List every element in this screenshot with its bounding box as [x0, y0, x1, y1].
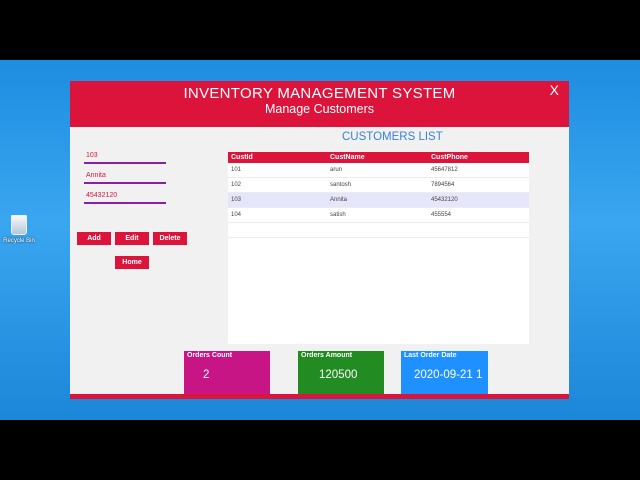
- orders-count-value: 2: [203, 369, 210, 381]
- cell-custname: satish: [330, 212, 346, 218]
- app-title: INVENTORY MANAGEMENT SYSTEM: [183, 85, 456, 102]
- recycle-bin-icon: [11, 215, 27, 235]
- window-header: INVENTORY MANAGEMENT SYSTEM Manage Custo…: [70, 81, 569, 127]
- cell-custname: Annita: [330, 197, 348, 203]
- orders-count-label: Orders Count: [187, 352, 233, 359]
- add-button[interactable]: Add: [77, 232, 111, 245]
- orders-count-tile: Orders Count 2: [184, 351, 270, 394]
- cell-custname: arun: [330, 167, 343, 173]
- manage-customers-window: INVENTORY MANAGEMENT SYSTEM Manage Custo…: [70, 81, 569, 399]
- customers-list-title: CUSTOMERS LIST: [342, 131, 443, 143]
- cell-custid: 101: [231, 167, 242, 173]
- table-row[interactable]: 101 arun 45647812: [228, 163, 529, 178]
- customer-phone-field[interactable]: 45432120: [84, 190, 166, 204]
- cell-custid: 102: [231, 182, 242, 188]
- recycle-bin-label: Recycle Bin: [3, 238, 35, 244]
- cell-custphone: 45647812: [431, 167, 458, 173]
- customer-name-field[interactable]: Annita: [84, 170, 166, 184]
- table-row-selected[interactable]: 103 Annita 45432120: [228, 193, 529, 208]
- bottom-accent-bar: [70, 394, 569, 399]
- delete-button[interactable]: Delete: [153, 232, 187, 245]
- orders-amount-label: Orders Amount: [301, 352, 353, 359]
- table-row[interactable]: 102 santosh 7894564: [228, 178, 529, 193]
- orders-amount-value: 120500: [319, 369, 358, 381]
- cell-custphone: 7894564: [431, 182, 455, 188]
- cell-custphone: 455554: [431, 212, 452, 218]
- customers-grid[interactable]: CustId CustName CustPhone 101 arun 45647…: [228, 152, 529, 344]
- column-header-custname[interactable]: CustName: [330, 152, 365, 163]
- cell-custid: 103: [231, 197, 242, 203]
- last-order-date-tile: Last Order Date 2020-09-21 1: [401, 351, 488, 394]
- cell-custphone: 45432120: [431, 197, 458, 203]
- recycle-bin-shortcut[interactable]: Recycle Bin: [2, 215, 36, 244]
- grid-header: CustId CustName CustPhone: [228, 152, 529, 163]
- table-row-empty[interactable]: [228, 223, 529, 238]
- orders-amount-tile: Orders Amount 120500: [298, 351, 384, 394]
- edit-button[interactable]: Edit: [115, 232, 149, 245]
- table-row[interactable]: 104 satish 455554: [228, 208, 529, 223]
- close-button[interactable]: X: [550, 82, 559, 98]
- home-button[interactable]: Home: [115, 256, 149, 269]
- customer-id-field[interactable]: 103: [84, 150, 166, 164]
- column-header-custphone[interactable]: CustPhone: [431, 152, 468, 163]
- cell-custname: santosh: [330, 182, 352, 188]
- last-order-date-label: Last Order Date: [404, 352, 457, 359]
- last-order-date-value: 2020-09-21 1: [414, 369, 483, 381]
- page-title: Manage Customers: [264, 102, 375, 116]
- cell-custid: 104: [231, 212, 242, 218]
- column-header-custid[interactable]: CustId: [231, 152, 253, 163]
